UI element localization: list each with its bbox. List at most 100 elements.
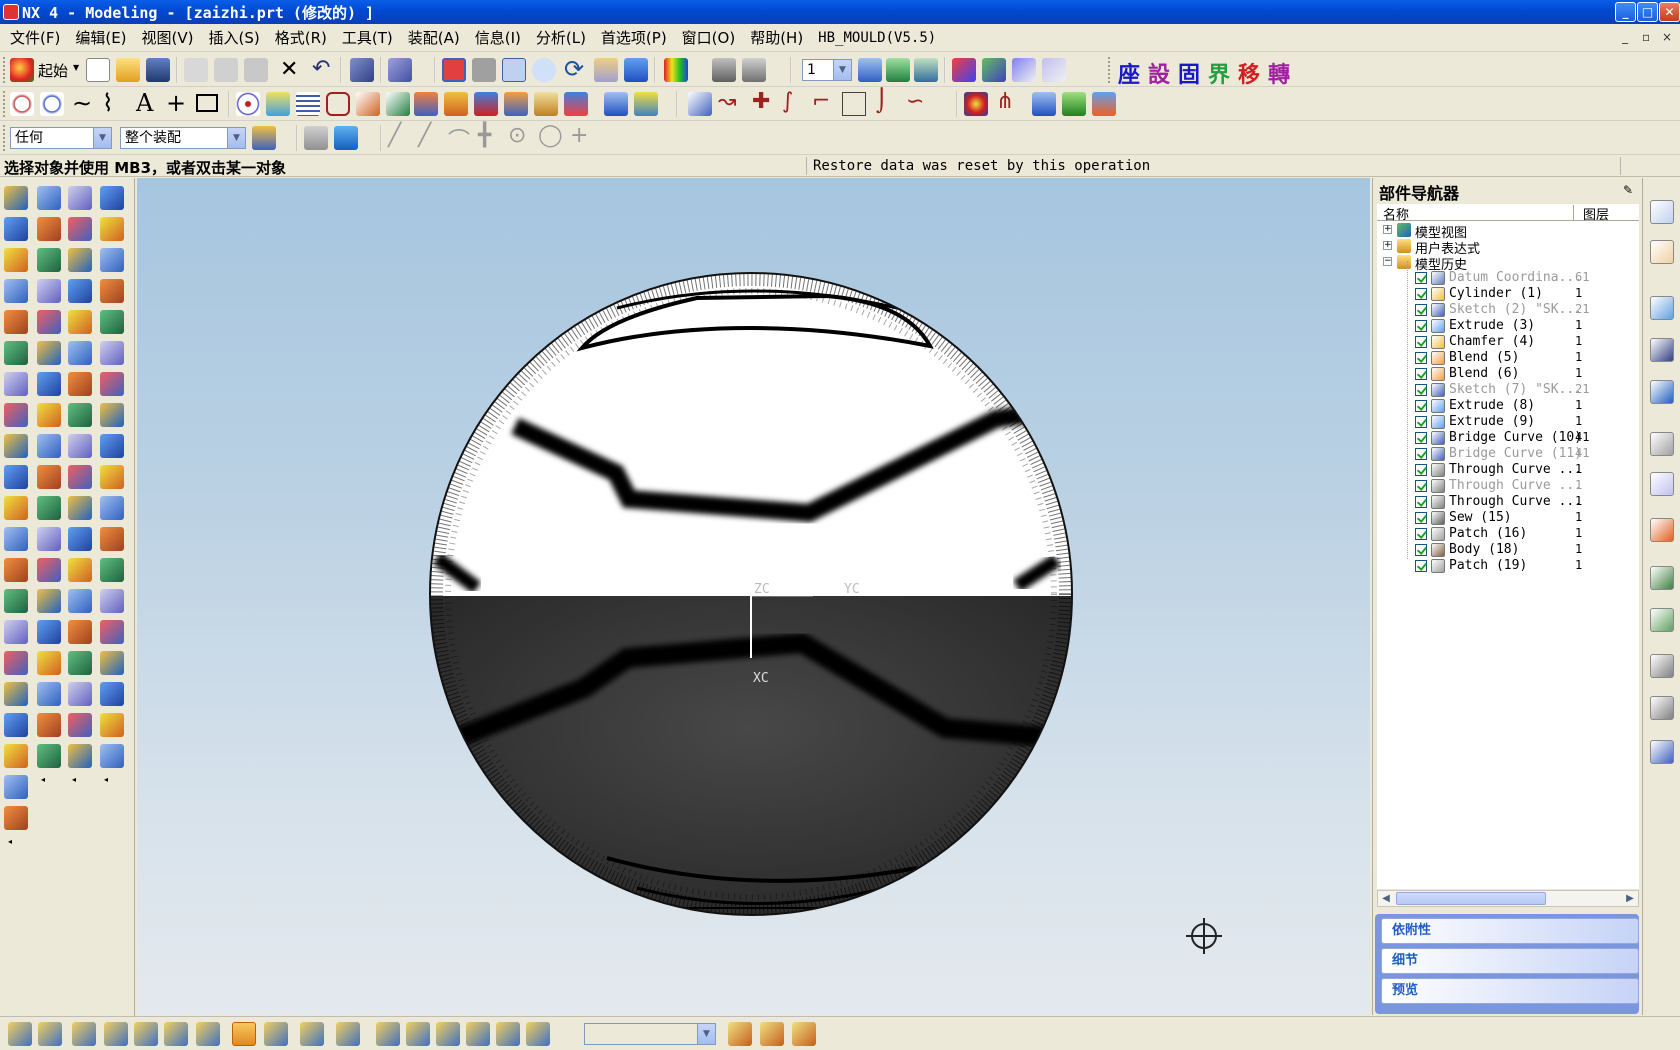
project-curve-icon[interactable] [386,92,410,116]
copy-to-layer-icon[interactable] [914,58,938,82]
edit-fillet-icon[interactable] [842,92,866,116]
hb-mould-button-1[interactable]: 座 [1118,57,1140,89]
feature-visibility-checkbox[interactable] [1415,560,1427,572]
auto-explode-icon[interactable] [466,1022,490,1046]
subtract-icon[interactable] [37,651,61,675]
toolbar-overflow-icon[interactable]: ◂ [8,837,12,846]
unexplode-icon[interactable] [496,1022,520,1046]
wrap-icon[interactable] [37,744,61,768]
explosion-combo[interactable]: ▼ [584,1023,716,1045]
enlarge-icon[interactable] [68,744,92,768]
undo-icon[interactable]: ↶ [312,56,330,81]
roles-icon[interactable] [1650,566,1674,590]
offset-face-icon[interactable] [4,775,28,799]
menu-analysis[interactable]: 分析(L) [536,27,586,48]
navigator-horizontal-scrollbar[interactable]: ◀ ▶ [1377,890,1639,907]
text-icon[interactable]: A [136,89,153,117]
chevron-down-icon[interactable]: ▼ [227,128,245,148]
menu-help[interactable]: 帮助(H) [750,27,803,48]
spline-icon[interactable]: ∼ [72,89,92,117]
save-icon[interactable] [146,58,170,82]
pin-icon[interactable]: ✎ [1623,183,1633,197]
assembly-add-component-icon[interactable] [8,1022,32,1046]
parameters-icon[interactable] [100,403,124,427]
edit-normal-icon[interactable] [100,620,124,644]
wcs-origin-icon[interactable] [982,58,1006,82]
tree-root-item[interactable]: + 模型视图 [1377,222,1639,241]
selection-tool-icon[interactable] [388,58,412,82]
copy-icon[interactable] [214,58,238,82]
paste-icon[interactable] [244,58,268,82]
feature-visibility-checkbox[interactable] [1415,352,1427,364]
snap-intersection-icon[interactable]: ╋ [478,123,491,148]
edit-knot-icon[interactable] [100,589,124,613]
join-curve-icon[interactable] [534,92,558,116]
start-dropdown-arrow[interactable]: ▼ [73,63,79,72]
model-view[interactable]: ZC YC XC [137,178,1370,1015]
through-curves-icon[interactable] [68,217,92,241]
menu-view[interactable]: 视图(V) [142,27,194,48]
feature-row[interactable]: Cylinder (1) 1 [1377,286,1639,302]
unite-icon[interactable] [37,620,61,644]
feature-visibility-checkbox[interactable] [1415,384,1427,396]
section-curve-icon[interactable] [444,92,468,116]
n-sided-icon[interactable] [68,341,92,365]
curve-length-icon[interactable]: ∽ [906,89,924,114]
wcs-display-icon[interactable] [1042,58,1066,82]
change-degree-icon[interactable] [100,496,124,520]
face-blend-icon[interactable] [37,434,61,458]
ellipse-icon[interactable] [236,92,260,116]
move-to-layer-icon[interactable] [886,58,910,82]
scroll-right-icon[interactable]: ▶ [1622,891,1638,906]
mirror-curve-icon[interactable] [634,92,658,116]
selection-scope-combo[interactable]: 整个装配 ▼ [120,127,246,149]
groove-icon[interactable] [4,620,28,644]
templates-icon[interactable] [1650,696,1674,720]
mirror-icon[interactable] [37,558,61,582]
menu-insert[interactable]: 插入(S) [209,27,260,48]
suppress-icon[interactable] [100,279,124,303]
replace-component-icon[interactable] [196,1022,220,1046]
feature-row[interactable]: Extrude (8) 1 [1377,398,1639,414]
feature-row[interactable]: Sew (15) 1 [1377,510,1639,526]
tracelines-icon[interactable] [792,1022,816,1046]
layer-manager-icon[interactable] [858,58,882,82]
point-icon[interactable] [10,92,34,116]
ruled-icon[interactable] [68,279,92,303]
feature-visibility-checkbox[interactable] [1415,336,1427,348]
wave-geometry-linker-icon[interactable] [232,1022,256,1046]
sew-icon[interactable] [4,744,28,768]
polygon-icon[interactable] [326,92,350,116]
edit-pole-icon[interactable] [100,558,124,582]
hb-mould-button-4[interactable]: 界 [1208,57,1230,89]
cylinder-icon[interactable] [4,372,28,396]
rectangle-icon[interactable] [196,94,218,112]
start-icon[interactable] [10,58,34,82]
unsuppress-icon[interactable] [100,310,124,334]
silhouette-icon[interactable] [68,527,92,551]
title-bar[interactable]: NX 4 - Modeling - [zaizhi.prt (修改的) ] _ … [0,0,1680,24]
surface-analysis-icon[interactable] [1032,92,1056,116]
bridge-surface-icon[interactable] [68,372,92,396]
system-materials-icon[interactable] [1650,472,1674,496]
law-extension-icon[interactable] [68,403,92,427]
user-defined-icon[interactable] [4,651,28,675]
reorder-icon[interactable] [100,248,124,272]
helix-icon[interactable] [296,92,320,116]
feature-row[interactable]: Extrude (9) 1 [1377,414,1639,430]
render-style-icon[interactable] [624,58,648,82]
edit-parameters-icon[interactable]: ↝ [718,89,736,114]
component-array-icon[interactable] [164,1022,188,1046]
edit-boundary-icon[interactable] [100,465,124,489]
expand-icon[interactable]: + [1383,225,1392,234]
feature-visibility-checkbox[interactable] [1415,480,1427,492]
menu-edit[interactable]: 编辑(E) [75,27,126,48]
rotate-view-icon[interactable]: ⟳ [564,55,584,83]
pocket-icon[interactable] [4,496,28,520]
reference-set-icon[interactable] [264,1022,288,1046]
mdi-minimize-button[interactable]: _ [1622,30,1628,44]
template-icon[interactable] [1650,654,1674,678]
panel-dependencies[interactable]: 依附性 [1381,918,1639,944]
feature-visibility-checkbox[interactable] [1415,544,1427,556]
feature-visibility-checkbox[interactable] [1415,528,1427,540]
